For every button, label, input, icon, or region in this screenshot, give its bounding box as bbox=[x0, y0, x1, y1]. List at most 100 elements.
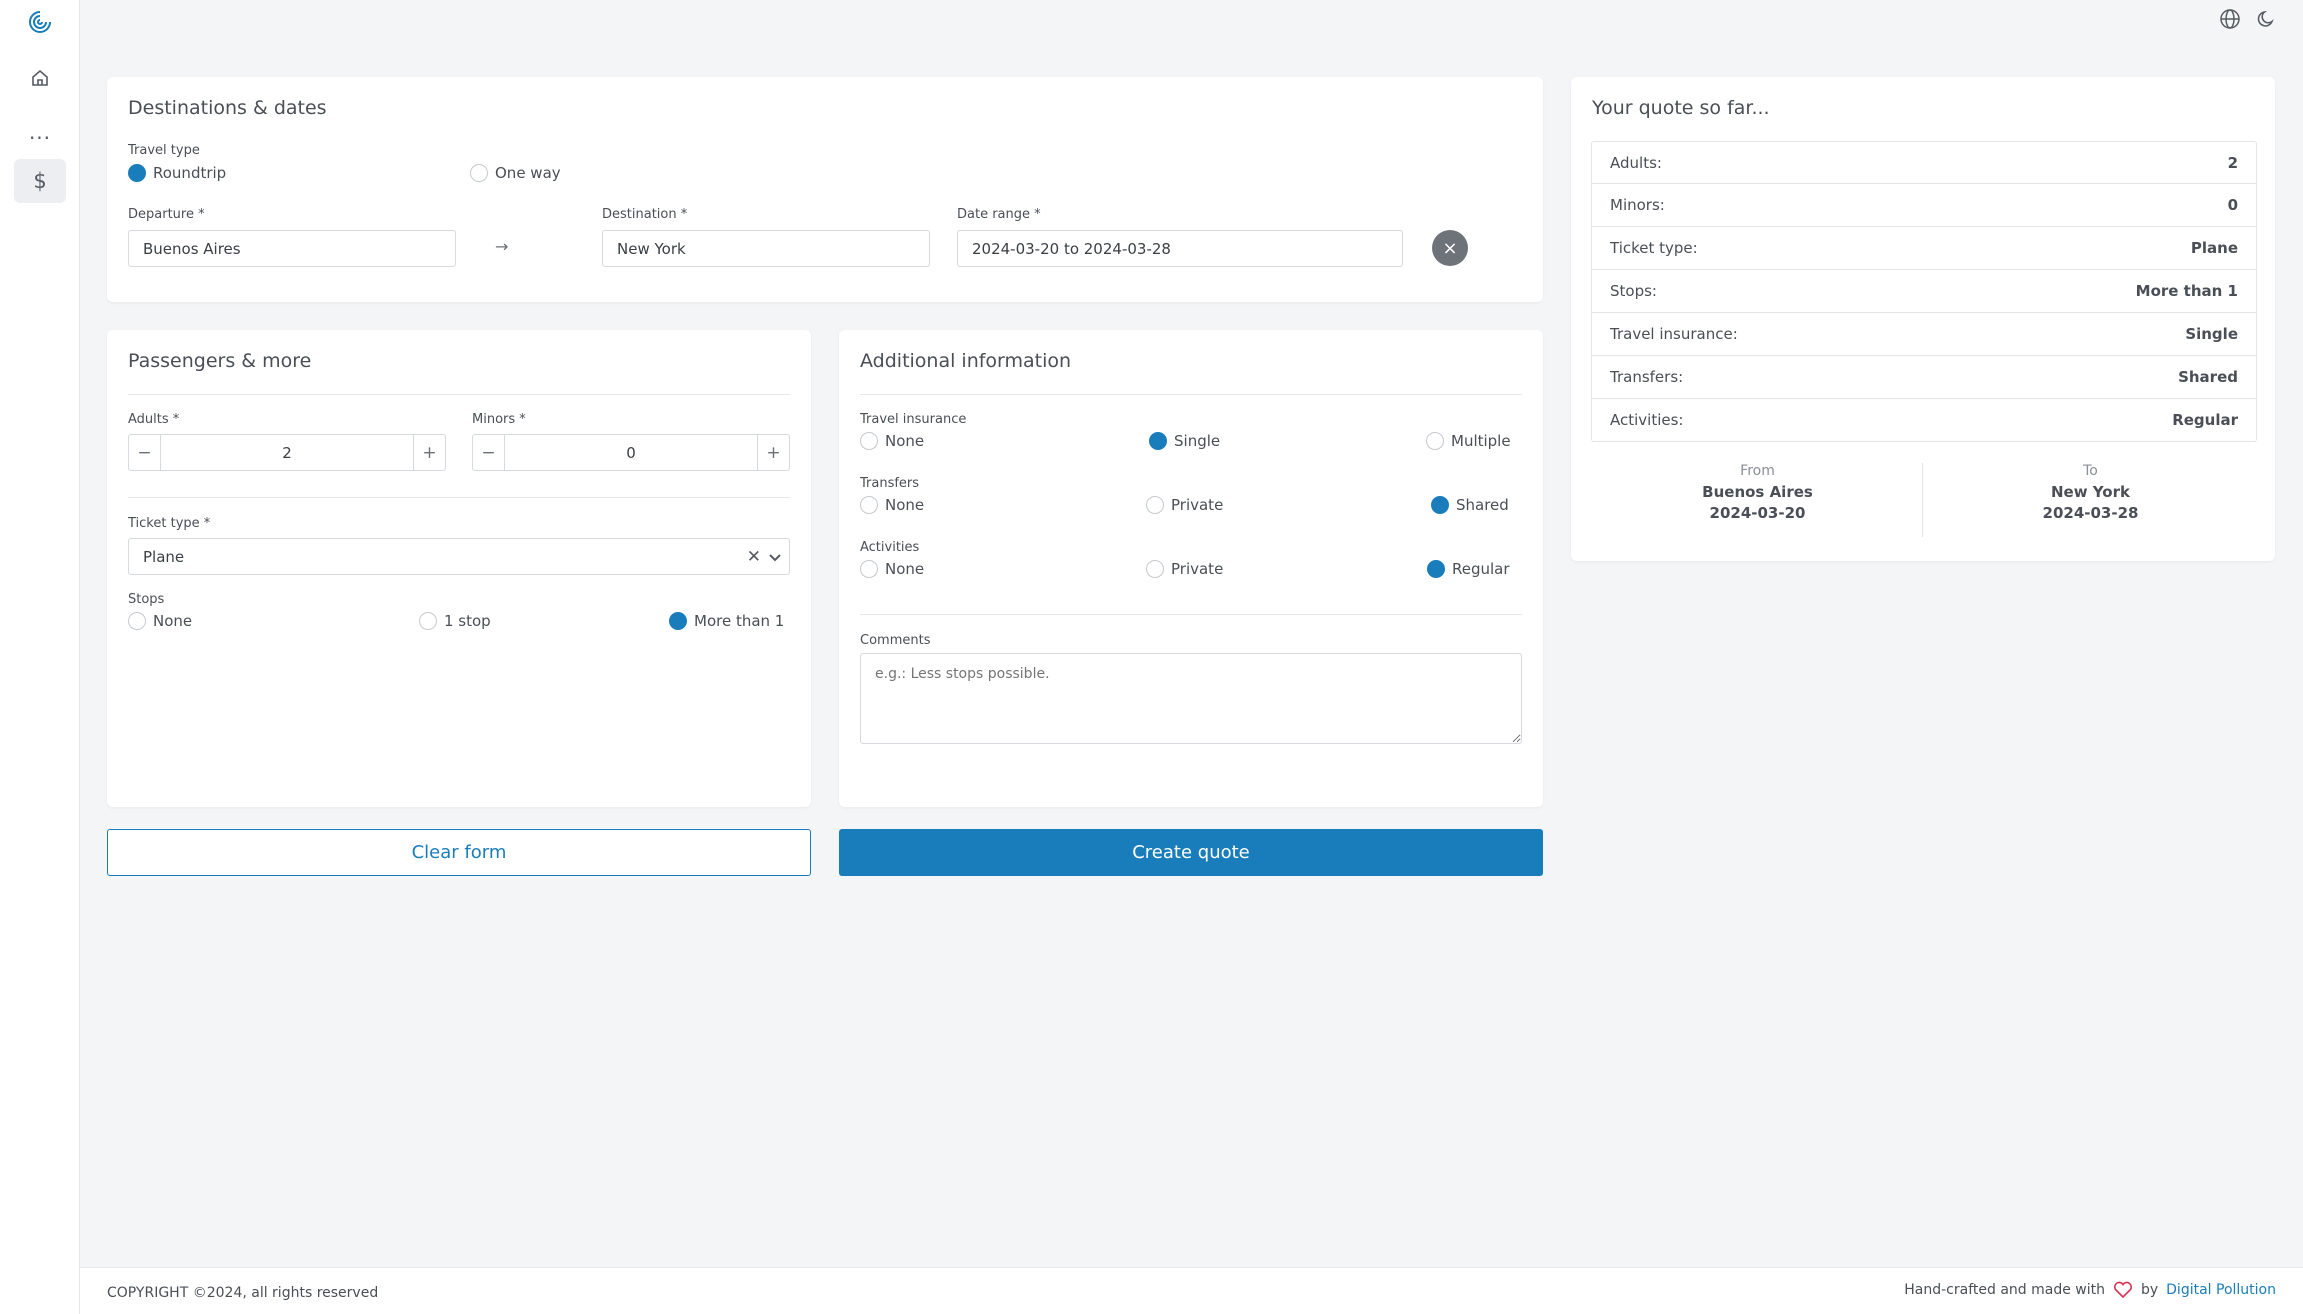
departure-input[interactable]: Buenos Aires bbox=[128, 230, 456, 267]
footer: COPYRIGHT ©2024, all rights reserved Han… bbox=[80, 1267, 2303, 1314]
quote-label: Adults: bbox=[1610, 153, 1662, 172]
quote-value: Single bbox=[2185, 325, 2238, 343]
minus-icon[interactable]: − bbox=[129, 435, 161, 470]
radio-roundtrip[interactable]: Roundtrip bbox=[128, 164, 226, 182]
minors-value[interactable]: 0 bbox=[505, 444, 757, 462]
quote-value: Shared bbox=[2178, 368, 2238, 386]
radio-activities-none[interactable]: None bbox=[860, 560, 924, 578]
radio-dot[interactable] bbox=[419, 612, 437, 630]
divider bbox=[860, 394, 1522, 395]
travel-type-label: Travel type bbox=[128, 143, 200, 158]
quote-row-ticket-type: Ticket type: Plane bbox=[1591, 227, 2257, 270]
dollar-icon[interactable]: $ bbox=[14, 159, 66, 203]
radio-transfers-private[interactable]: Private bbox=[1146, 496, 1223, 514]
quote-label: Travel insurance: bbox=[1610, 325, 1738, 343]
radio-label: Multiple bbox=[1451, 432, 1511, 450]
quote-row-adults: Adults: 2 bbox=[1591, 141, 2257, 184]
radio-dot[interactable] bbox=[860, 432, 878, 450]
radio-insurance-none[interactable]: None bbox=[860, 432, 924, 450]
radio-one-way[interactable]: One way bbox=[470, 164, 561, 182]
quote-row-stops: Stops: More than 1 bbox=[1591, 270, 2257, 313]
radio-label: None bbox=[885, 496, 925, 514]
minus-icon[interactable]: − bbox=[473, 435, 505, 470]
stops-label: Stops bbox=[128, 592, 165, 607]
quote-to: To New York 2024-03-28 bbox=[1924, 463, 2257, 522]
departure-label: Departure * bbox=[128, 207, 205, 222]
quote-title: Your quote so far... bbox=[1592, 97, 1770, 119]
radio-dot[interactable] bbox=[470, 164, 488, 182]
radio-label: None bbox=[153, 612, 193, 630]
globe-icon[interactable] bbox=[2217, 6, 2243, 32]
radio-transfers-shared[interactable]: Shared bbox=[1431, 496, 1509, 514]
chevron-down-icon[interactable] bbox=[767, 549, 783, 565]
radio-dot[interactable] bbox=[128, 612, 146, 630]
quote-card: Your quote so far... Adults: 2 Minors: 0… bbox=[1571, 77, 2275, 561]
by-text: by bbox=[2140, 1282, 2159, 1298]
radio-dot[interactable] bbox=[1146, 560, 1164, 578]
radio-transfers-none[interactable]: None bbox=[860, 496, 924, 514]
quote-label: Activities: bbox=[1610, 411, 1684, 429]
radio-activities-regular[interactable]: Regular bbox=[1427, 560, 1510, 578]
date-range-input[interactable]: 2024-03-20 to 2024-03-28 bbox=[957, 230, 1403, 267]
radio-label: Regular bbox=[1452, 560, 1510, 578]
radio-label: One way bbox=[495, 164, 561, 182]
additional-info-card: Additional information Travel insurance … bbox=[839, 330, 1543, 807]
radio-dot[interactable] bbox=[128, 164, 146, 182]
radio-stops-none[interactable]: None bbox=[128, 612, 192, 630]
radio-insurance-single[interactable]: Single bbox=[1149, 432, 1220, 450]
activities-label: Activities bbox=[860, 540, 920, 555]
clear-dates-button[interactable]: × bbox=[1432, 230, 1468, 266]
radio-label: Single bbox=[1174, 432, 1221, 450]
adults-value[interactable]: 2 bbox=[161, 444, 413, 462]
company-link[interactable]: Digital Pollution bbox=[2166, 1282, 2276, 1298]
comments-label: Comments bbox=[860, 633, 931, 648]
radio-activities-private[interactable]: Private bbox=[1146, 560, 1223, 578]
quote-label: Ticket type: bbox=[1610, 239, 1698, 257]
radio-dot[interactable] bbox=[1426, 432, 1444, 450]
radio-label: 1 stop bbox=[444, 612, 491, 630]
moon-icon[interactable] bbox=[2253, 6, 2279, 32]
quote-label: Minors: bbox=[1610, 196, 1665, 214]
radio-label: Roundtrip bbox=[153, 164, 227, 182]
clear-icon[interactable]: ✕ bbox=[747, 547, 761, 567]
radio-label: Private bbox=[1171, 560, 1224, 578]
ticket-type-select[interactable]: Plane ✕ bbox=[128, 538, 790, 575]
copyright: COPYRIGHT ©2024, all rights reserved bbox=[107, 1285, 379, 1301]
radio-stops-more[interactable]: More than 1 bbox=[669, 612, 784, 630]
comments-textarea[interactable] bbox=[860, 653, 1522, 744]
destinations-card: Destinations & dates Travel type Roundtr… bbox=[107, 77, 1543, 302]
radio-label: Shared bbox=[1456, 496, 1509, 514]
create-quote-button[interactable]: Create quote bbox=[839, 829, 1543, 876]
to-city: New York bbox=[2051, 483, 2130, 501]
minors-label: Minors * bbox=[472, 412, 526, 427]
passengers-title: Passengers & more bbox=[128, 350, 312, 372]
clear-form-button[interactable]: Clear form bbox=[107, 829, 811, 876]
logo-icon[interactable] bbox=[14, 0, 66, 44]
quote-row-transfers: Transfers: Shared bbox=[1591, 356, 2257, 399]
radio-insurance-multiple[interactable]: Multiple bbox=[1426, 432, 1511, 450]
additional-title: Additional information bbox=[860, 350, 1072, 372]
radio-dot[interactable] bbox=[860, 560, 878, 578]
destination-label: Destination * bbox=[602, 207, 688, 222]
passengers-card: Passengers & more Adults * − 2 + Minors … bbox=[107, 330, 811, 807]
adults-stepper[interactable]: − 2 + bbox=[128, 434, 446, 471]
quote-row-activities: Activities: Regular bbox=[1591, 399, 2257, 442]
radio-dot[interactable] bbox=[1427, 560, 1445, 578]
radio-label: None bbox=[885, 560, 925, 578]
radio-dot[interactable] bbox=[669, 612, 687, 630]
radio-dot[interactable] bbox=[1146, 496, 1164, 514]
radio-stops-one[interactable]: 1 stop bbox=[419, 612, 491, 630]
radio-dot[interactable] bbox=[1149, 432, 1167, 450]
more-icon[interactable]: ··· bbox=[14, 116, 66, 160]
home-icon[interactable] bbox=[14, 56, 66, 100]
ticket-type-label: Ticket type * bbox=[128, 516, 211, 531]
radio-dot[interactable] bbox=[1431, 496, 1449, 514]
plus-icon[interactable]: + bbox=[757, 435, 789, 470]
minors-stepper[interactable]: − 0 + bbox=[472, 434, 790, 471]
radio-dot[interactable] bbox=[860, 496, 878, 514]
quote-value: Regular bbox=[2172, 411, 2238, 429]
sidebar: ··· $ bbox=[0, 0, 80, 1314]
plus-icon[interactable]: + bbox=[413, 435, 445, 470]
arrow-right-icon: → bbox=[495, 237, 509, 256]
destination-input[interactable]: New York bbox=[602, 230, 930, 267]
